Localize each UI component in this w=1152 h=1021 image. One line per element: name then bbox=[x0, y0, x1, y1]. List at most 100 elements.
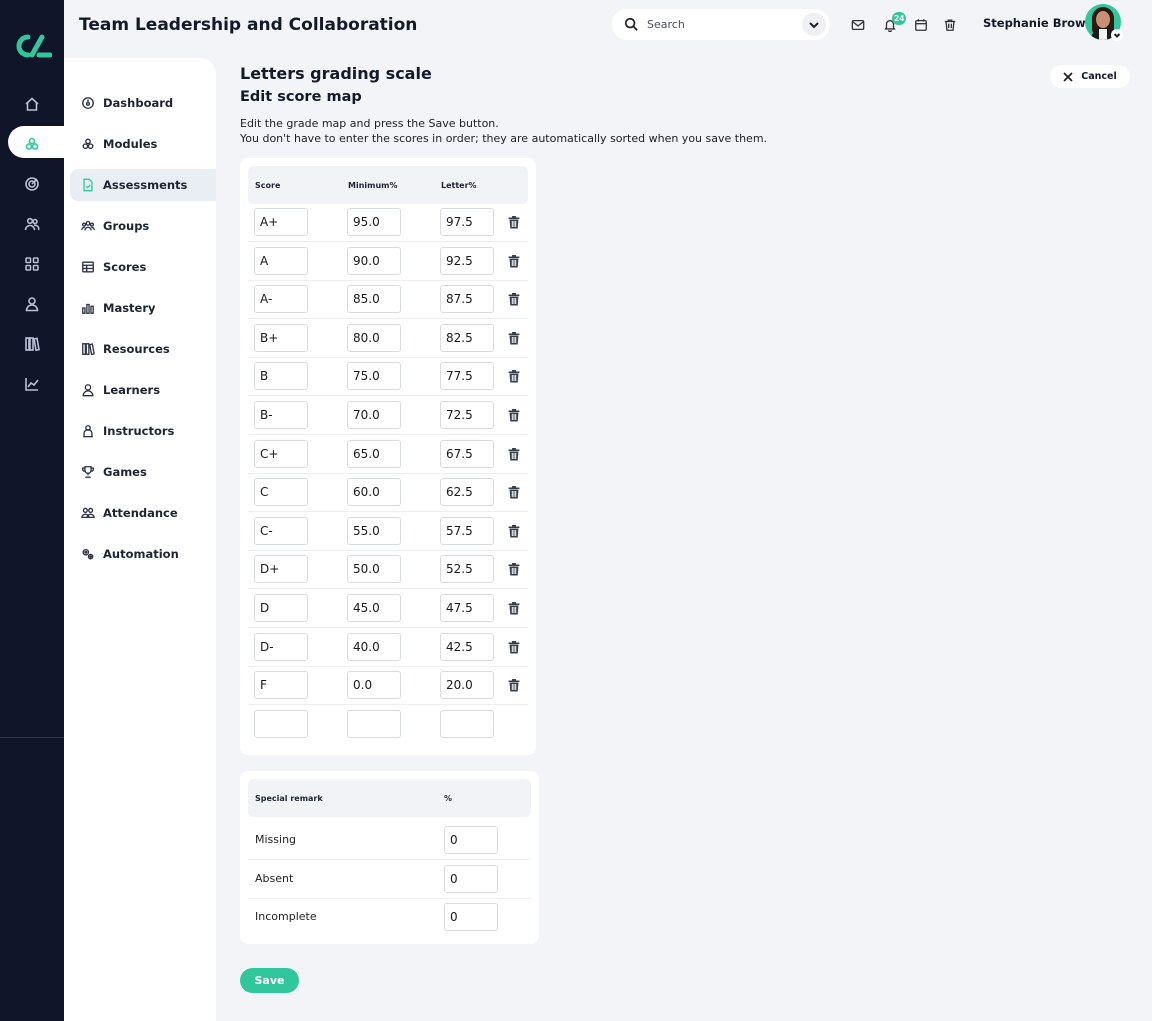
minimum-percent-input[interactable] bbox=[347, 323, 401, 352]
letter-percent-input[interactable] bbox=[440, 246, 494, 275]
delete-row-icon[interactable] bbox=[508, 291, 522, 306]
delete-row-icon[interactable] bbox=[508, 523, 522, 538]
search-input[interactable] bbox=[647, 15, 797, 34]
instruction-text: You don't have to enter the scores in or… bbox=[240, 132, 768, 145]
letter-percent-input[interactable] bbox=[440, 594, 494, 622]
minimum-percent-input[interactable] bbox=[347, 362, 401, 391]
delete-row-icon[interactable] bbox=[508, 214, 522, 229]
minimum-percent-input[interactable] bbox=[347, 246, 401, 275]
minimum-percent-input[interactable] bbox=[347, 516, 401, 545]
minimum-percent-input[interactable] bbox=[347, 671, 401, 700]
minimum-percent-input[interactable] bbox=[347, 208, 401, 236]
letter-percent-input[interactable] bbox=[440, 632, 494, 661]
remark-percent-input[interactable] bbox=[444, 864, 498, 893]
delete-row-icon[interactable] bbox=[508, 446, 522, 461]
sidebar-item-attendance[interactable]: Attendance bbox=[70, 497, 216, 529]
score-input[interactable] bbox=[254, 439, 308, 468]
sidebar-item-resources[interactable]: Resources bbox=[70, 333, 216, 365]
remark-percent-input[interactable] bbox=[444, 826, 498, 854]
letter-percent-input[interactable] bbox=[440, 709, 494, 738]
letter-percent-input[interactable] bbox=[440, 285, 494, 314]
letter-percent-input[interactable] bbox=[440, 362, 494, 391]
user-name[interactable]: Stephanie Brown bbox=[983, 16, 1094, 30]
letter-percent-input[interactable] bbox=[440, 439, 494, 468]
minimum-percent-input[interactable] bbox=[347, 594, 401, 622]
mail-icon[interactable] bbox=[850, 17, 866, 33]
delete-row-icon[interactable] bbox=[508, 368, 522, 383]
search-bar[interactable] bbox=[612, 9, 830, 40]
remark-label: Missing bbox=[255, 833, 297, 846]
target-icon[interactable] bbox=[22, 174, 42, 194]
score-input[interactable] bbox=[254, 516, 308, 545]
search-dropdown-button[interactable] bbox=[802, 13, 826, 36]
minimum-percent-input[interactable] bbox=[347, 285, 401, 314]
calendar-icon[interactable] bbox=[913, 17, 929, 33]
remark-percent-input[interactable] bbox=[444, 903, 498, 932]
score-input[interactable] bbox=[254, 632, 308, 661]
score-input[interactable] bbox=[254, 362, 308, 391]
letter-percent-input[interactable] bbox=[440, 555, 494, 584]
delete-row-icon[interactable] bbox=[508, 677, 522, 692]
sidebar-item-instructors[interactable]: Instructors bbox=[70, 415, 216, 447]
sidebar-item-mastery[interactable]: Mastery bbox=[70, 292, 216, 324]
remark-row: Incomplete bbox=[248, 898, 531, 937]
trash-icon[interactable] bbox=[942, 17, 958, 33]
score-input[interactable] bbox=[254, 671, 308, 700]
delete-row-icon[interactable] bbox=[508, 561, 522, 576]
table-row bbox=[248, 590, 528, 628]
delete-row-icon[interactable] bbox=[508, 407, 522, 422]
table-row bbox=[248, 667, 528, 706]
minimum-percent-input[interactable] bbox=[347, 555, 401, 584]
score-input[interactable] bbox=[254, 594, 308, 622]
delete-row-icon[interactable] bbox=[508, 600, 522, 615]
cancel-button[interactable]: Cancel bbox=[1050, 65, 1130, 88]
save-button[interactable]: Save bbox=[240, 968, 299, 993]
letter-percent-input[interactable] bbox=[440, 323, 494, 352]
modules-icon[interactable] bbox=[22, 134, 42, 154]
letter-percent-input[interactable] bbox=[440, 671, 494, 700]
sidebar-item-modules[interactable]: Modules bbox=[70, 128, 216, 160]
score-input[interactable] bbox=[254, 323, 308, 352]
sidebar-item-automation[interactable]: Automation bbox=[70, 538, 216, 570]
score-input[interactable] bbox=[254, 285, 308, 314]
assessments-icon bbox=[80, 177, 96, 193]
letter-percent-input[interactable] bbox=[440, 208, 494, 236]
score-input[interactable] bbox=[254, 208, 308, 236]
score-input[interactable] bbox=[254, 401, 308, 429]
home-icon[interactable] bbox=[22, 94, 42, 114]
minimum-percent-input[interactable] bbox=[347, 439, 401, 468]
grid-icon[interactable] bbox=[22, 254, 42, 274]
books-icon[interactable] bbox=[22, 334, 42, 354]
minimum-percent-input[interactable] bbox=[347, 632, 401, 661]
table-row bbox=[248, 706, 528, 744]
minimum-percent-input[interactable] bbox=[347, 478, 401, 507]
letter-percent-input[interactable] bbox=[440, 516, 494, 545]
delete-row-icon[interactable] bbox=[508, 484, 522, 499]
chart-icon[interactable] bbox=[22, 374, 42, 394]
score-input[interactable] bbox=[254, 709, 308, 738]
person-icon[interactable] bbox=[22, 294, 42, 314]
letter-percent-input[interactable] bbox=[440, 478, 494, 507]
sidebar-item-learners[interactable]: Learners bbox=[70, 374, 216, 406]
remark-row: Missing bbox=[248, 821, 531, 860]
sidebar-item-label: Learners bbox=[103, 383, 161, 397]
avatar-chevron-icon[interactable] bbox=[1111, 29, 1123, 41]
score-input[interactable] bbox=[254, 555, 308, 584]
people-icon[interactable] bbox=[22, 214, 42, 234]
column-header-score: Score bbox=[255, 181, 281, 190]
sidebar-item-games[interactable]: Games bbox=[70, 456, 216, 488]
minimum-percent-input[interactable] bbox=[347, 709, 401, 738]
sidebar-item-groups[interactable]: Groups bbox=[70, 210, 216, 242]
sidebar-item-assessments[interactable]: Assessments bbox=[70, 169, 216, 201]
logo-icon[interactable] bbox=[12, 32, 52, 60]
score-input[interactable] bbox=[254, 478, 308, 507]
delete-row-icon[interactable] bbox=[508, 330, 522, 345]
delete-row-icon[interactable] bbox=[508, 639, 522, 654]
attendance-icon bbox=[80, 505, 96, 521]
letter-percent-input[interactable] bbox=[440, 401, 494, 429]
delete-row-icon[interactable] bbox=[508, 253, 522, 268]
sidebar-item-scores[interactable]: Scores bbox=[70, 251, 216, 283]
score-input[interactable] bbox=[254, 246, 308, 275]
sidebar-item-dashboard[interactable]: Dashboard bbox=[70, 87, 216, 119]
minimum-percent-input[interactable] bbox=[347, 401, 401, 429]
